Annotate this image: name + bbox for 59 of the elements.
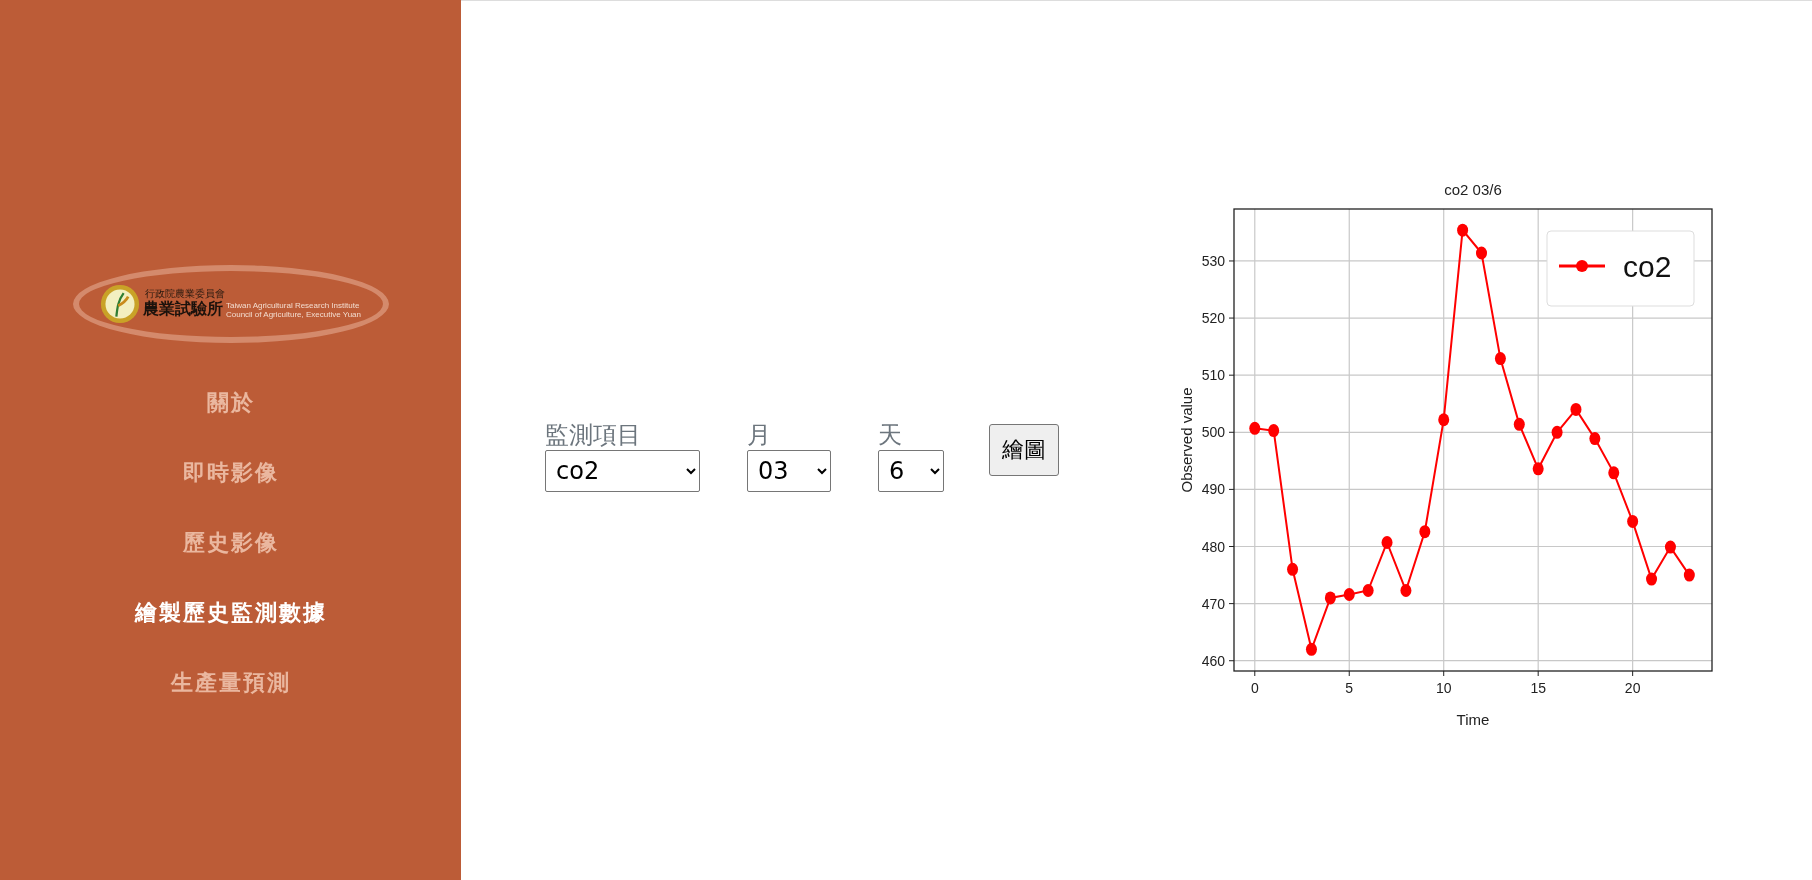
dropdown-select[interactable]: 6 <box>878 449 944 492</box>
menu-link[interactable]: 歷史影像 <box>182 527 279 559</box>
data-point <box>1419 525 1431 539</box>
data-point <box>1400 584 1412 597</box>
data-point <box>1457 223 1469 237</box>
data-point <box>1287 562 1299 576</box>
y-axis-label: Observed value <box>1178 387 1195 493</box>
data-point <box>1249 421 1261 435</box>
data-point <box>1438 413 1450 427</box>
x-tick-label: 10 <box>1435 680 1452 696</box>
x-tick-label: 0 <box>1250 680 1259 696</box>
menu-link[interactable]: 關於 <box>206 387 255 419</box>
agency-name: 行政院農業委員會 <box>144 288 226 299</box>
menu-link[interactable]: 即時影像 <box>182 457 279 489</box>
data-point <box>1589 432 1601 446</box>
data-point <box>1646 572 1658 586</box>
plot-button[interactable]: 繪圖 <box>989 423 1059 476</box>
x-tick-label: 20 <box>1624 680 1641 696</box>
field-label: 天 <box>878 419 903 450</box>
field-label: 月 <box>747 419 772 450</box>
data-point <box>1683 568 1695 582</box>
data-point <box>1627 514 1639 528</box>
y-tick-label: 510 <box>1201 367 1225 384</box>
y-tick-label: 520 <box>1201 310 1225 327</box>
x-tick-label: 5 <box>1345 680 1354 696</box>
legend-label: co2 <box>1623 250 1672 283</box>
institute-english-name: Taiwan Agricultural Research Institute <box>225 300 361 310</box>
data-point <box>1608 466 1620 480</box>
data-point <box>1513 417 1525 431</box>
y-tick-label: 530 <box>1201 252 1225 269</box>
institute-name: 農業試驗所 <box>142 299 223 320</box>
data-point <box>1551 425 1563 439</box>
institute-english-name: Council of Agriculture, Executive Yuan <box>225 309 361 319</box>
x-axis-label: Time <box>1456 711 1490 728</box>
y-tick-label: 460 <box>1201 652 1225 669</box>
data-point <box>1476 246 1487 260</box>
x-tick-label: 15 <box>1530 680 1546 696</box>
dropdown-select[interactable]: co2 <box>545 449 700 492</box>
rice-seal-icon <box>99 284 140 324</box>
data-point <box>1362 584 1374 597</box>
data-point <box>1532 462 1544 476</box>
legend-line-icon <box>1559 260 1605 272</box>
y-tick-label: 480 <box>1201 538 1225 555</box>
menu-link[interactable]: 生產量預測 <box>170 667 291 699</box>
data-point <box>1343 588 1355 601</box>
y-tick-label: 490 <box>1201 481 1225 498</box>
dropdown-select[interactable]: 03 <box>747 449 831 492</box>
y-tick-label: 500 <box>1201 424 1225 441</box>
menu-link[interactable]: 繪製歷史監測數據 <box>134 597 327 629</box>
chart-title: co2 03/6 <box>1444 181 1502 198</box>
data-point <box>1494 352 1506 366</box>
data-point <box>1381 536 1393 549</box>
data-point <box>1570 402 1582 416</box>
data-point <box>1268 424 1280 438</box>
data-point <box>1324 591 1336 605</box>
field-label: 監測項目 <box>545 419 642 450</box>
data-point <box>1305 642 1317 656</box>
y-tick-label: 470 <box>1201 595 1225 612</box>
data-point <box>1664 540 1676 554</box>
